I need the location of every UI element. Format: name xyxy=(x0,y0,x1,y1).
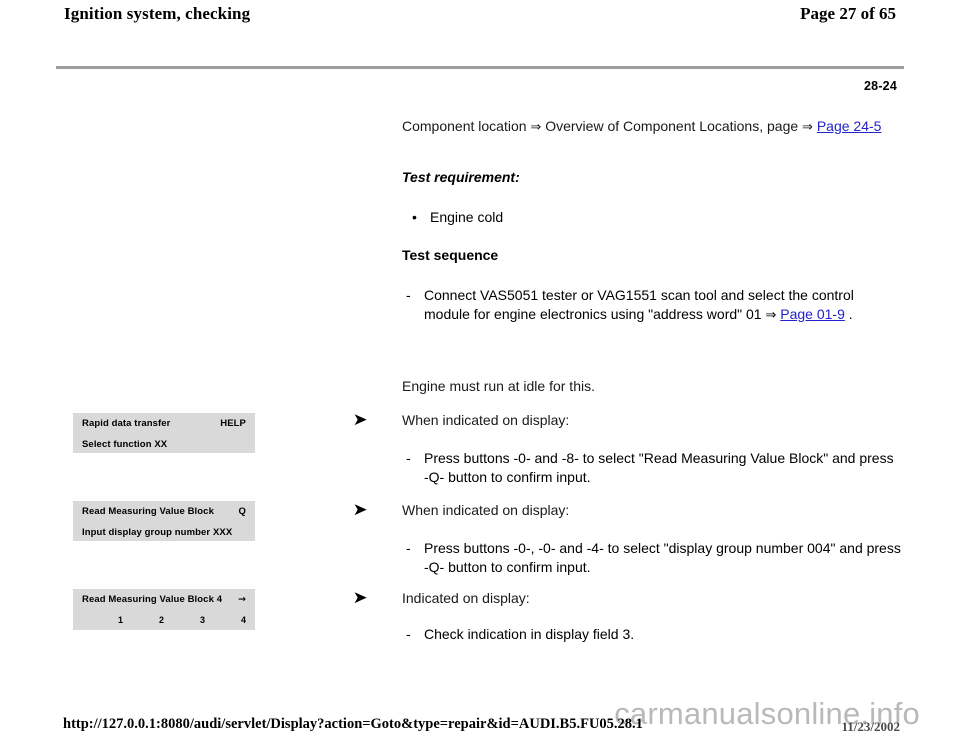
display-field-3: 3 xyxy=(199,615,205,625)
test-requirement-heading-text: Test requirement: xyxy=(402,169,520,185)
step-2-intro: When indicated on display: xyxy=(402,501,894,520)
dash-icon-2: - xyxy=(406,540,411,556)
bullet-icon: • xyxy=(412,209,417,225)
double-arrow-icon: ⇒ xyxy=(530,120,542,135)
page-title: Ignition system, checking xyxy=(64,4,251,23)
component-location-block: Component location ⇒ Overview of Compone… xyxy=(402,117,894,137)
list-item: - Press buttons -0- and -8- to select "R… xyxy=(402,449,902,487)
step-2-instruction-text: Press buttons -0-, -0- and -4- to select… xyxy=(424,540,901,575)
footer-date: 11/23/2002 xyxy=(841,719,900,734)
display-panel-2: Read Measuring Value Block Q Input displ… xyxy=(73,501,255,541)
test-requirement-heading: Test requirement: xyxy=(402,168,894,187)
display-panel-2-row-1: Read Measuring Value Block Q xyxy=(73,501,255,522)
step-2-intro-text: When indicated on display: xyxy=(402,502,570,518)
step-marker-icon-2: ➤ xyxy=(352,500,368,520)
display-panel-1: Rapid data transfer HELP Select function… xyxy=(73,413,255,453)
display-panel-2-q-key: Q xyxy=(238,506,246,517)
step-3-instruction-text: Check indication in display field 3. xyxy=(424,626,635,642)
page-number-label: Page 27 of 65 xyxy=(800,4,896,23)
list-item: - Connect VAS5051 tester or VAG1551 scan… xyxy=(402,286,894,325)
link-page-01-9[interactable]: Page 01-9 xyxy=(780,306,845,322)
dash-icon-1: - xyxy=(406,450,411,466)
display-panel-1-help-key: HELP xyxy=(220,418,246,429)
display-panel-3-fields: 1 2 3 4 xyxy=(73,610,255,630)
list-item-label: Engine cold xyxy=(430,209,504,225)
component-location-part2: Overview of Component Locations, page xyxy=(545,118,799,134)
component-location-text: Component location ⇒ Overview of Compone… xyxy=(402,117,894,137)
component-location-part1: Component location xyxy=(402,118,527,134)
idle-note-text: Engine must run at idle for this. xyxy=(402,378,595,394)
step-1-intro-text: When indicated on display: xyxy=(402,412,570,428)
step-3-intro: Indicated on display: xyxy=(402,589,894,608)
step-1-intro: When indicated on display: xyxy=(402,411,894,430)
list-item: - Press buttons -0-, -0- and -4- to sele… xyxy=(402,539,902,577)
display-field-4: 4 xyxy=(240,615,246,625)
footer-url: http://127.0.0.1:8080/audi/servlet/Displ… xyxy=(63,716,643,732)
test-sequence-heading: Test sequence xyxy=(402,246,894,265)
step-marker-icon-1: ➤ xyxy=(352,410,368,430)
display-panel-2-row-2: Input display group number XXX xyxy=(73,522,255,543)
display-panel-1-line2-label: Select function XX xyxy=(82,439,168,450)
display-panel-1-row-1: Rapid data transfer HELP xyxy=(73,413,255,434)
step-3-intro-text: Indicated on display: xyxy=(402,590,530,606)
test-requirement-list: • Engine cold xyxy=(402,208,894,227)
display-panel-2-line1-label: Read Measuring Value Block xyxy=(82,506,214,517)
list-item: - Check indication in display field 3. xyxy=(402,625,902,644)
display-panel-1-row-2: Select function XX xyxy=(73,434,255,455)
right-arrow-icon: → xyxy=(237,593,246,605)
list-item: • Engine cold xyxy=(402,208,894,227)
dash-icon-3: - xyxy=(406,626,411,642)
link-page-24-5[interactable]: Page 24-5 xyxy=(817,118,882,134)
dash-icon: - xyxy=(406,287,411,303)
display-panel-1-line1-label: Rapid data transfer xyxy=(82,418,171,429)
step-connect-block: - Connect VAS5051 tester or VAG1551 scan… xyxy=(402,286,894,325)
step-connect-text-after: . xyxy=(848,306,853,322)
display-field-1: 1 xyxy=(117,615,123,625)
page-header: Ignition system, checking Page 27 of 65 xyxy=(0,0,960,34)
step-3-instruction: - Check indication in display field 3. xyxy=(402,625,902,644)
test-sequence-heading-text: Test sequence xyxy=(402,247,499,263)
step-2-instruction: - Press buttons -0-, -0- and -4- to sele… xyxy=(402,539,902,577)
double-arrow-icon-2: ⇒ xyxy=(802,120,813,135)
idle-note-block: Engine must run at idle for this. xyxy=(402,377,894,396)
double-arrow-icon-3: ⇒ xyxy=(765,308,777,323)
content-divider xyxy=(56,66,904,69)
display-panel-3-line1-label: Read Measuring Value Block 4 xyxy=(82,594,223,605)
display-field-2: 2 xyxy=(158,615,164,625)
step-marker-icon-3: ➤ xyxy=(352,588,368,608)
display-panel-2-line2-label: Input display group number XXX xyxy=(82,527,233,538)
section-code: 28-24 xyxy=(864,79,897,93)
display-panel-3-row-1: Read Measuring Value Block 4 → xyxy=(73,589,255,610)
display-panel-3: Read Measuring Value Block 4 → 1 2 3 4 xyxy=(73,589,255,630)
step-1-instruction-text: Press buttons -0- and -8- to select "Rea… xyxy=(424,450,894,485)
step-1-instruction: - Press buttons -0- and -8- to select "R… xyxy=(402,449,902,487)
